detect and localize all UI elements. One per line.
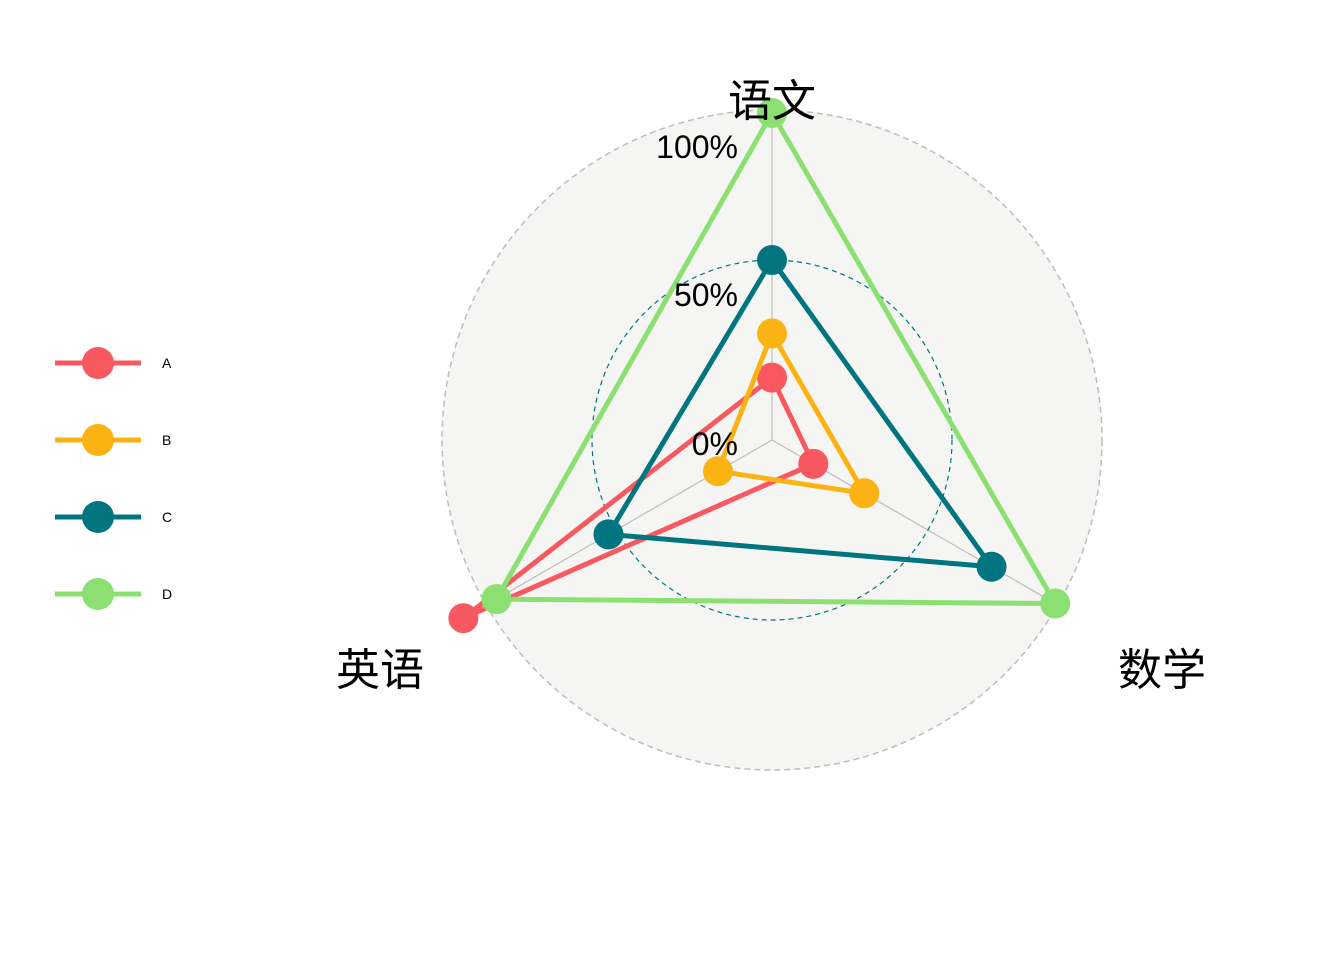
legend-marker-A — [82, 347, 114, 379]
point-B-1 — [849, 478, 880, 509]
point-C-0 — [757, 245, 787, 275]
tick-label-100: 100% — [656, 129, 738, 165]
legend-marker-C — [82, 501, 114, 533]
point-C-2 — [593, 519, 624, 550]
legend-marker-D — [82, 578, 114, 610]
axis-title-english: 英语 — [336, 645, 424, 696]
legend-label-C: C — [162, 509, 172, 525]
legend-marker-B — [82, 424, 114, 456]
point-C-1 — [976, 551, 1007, 582]
point-D-2 — [481, 584, 512, 615]
radar-chart: 语文 数学 英语 0% 50% 100% A B C D — [55, 76, 1206, 771]
point-A-2 — [448, 603, 479, 634]
axis-title-chinese: 语文 — [728, 76, 816, 127]
legend-label-D: D — [162, 586, 172, 602]
point-B-0 — [757, 318, 787, 349]
point-D-1 — [1040, 588, 1071, 619]
axis-title-math: 数学 — [1118, 645, 1206, 696]
point-A-1 — [798, 448, 829, 479]
tick-label-50: 50% — [674, 277, 738, 313]
tick-label-0: 0% — [692, 426, 738, 462]
legend-label-A: A — [162, 355, 172, 371]
legend: A B C D — [55, 347, 172, 610]
legend-label-B: B — [162, 432, 171, 448]
